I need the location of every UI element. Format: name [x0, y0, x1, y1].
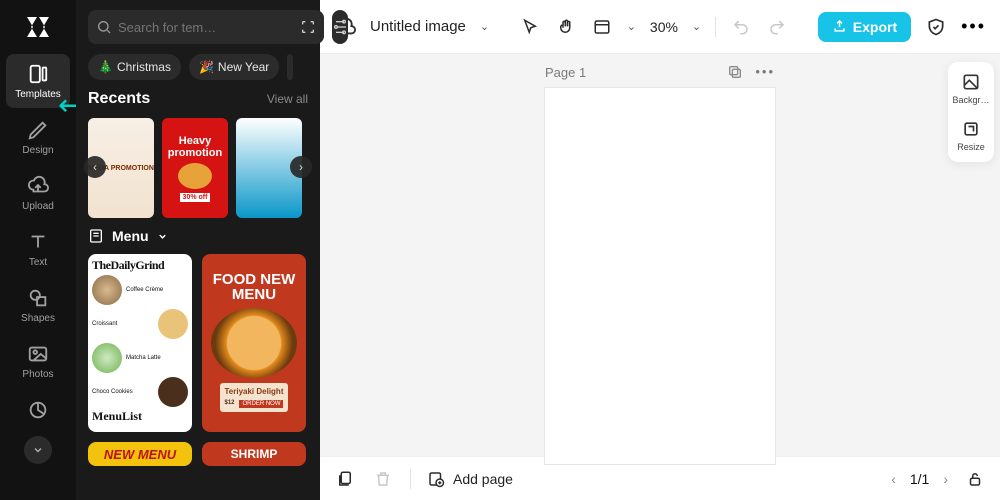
rail-item-templates[interactable]: Templates — [6, 54, 70, 108]
app-logo[interactable] — [19, 8, 57, 46]
export-button[interactable]: Export — [818, 12, 911, 42]
export-icon — [832, 19, 847, 34]
document-title[interactable]: Untitled image — [370, 18, 466, 35]
upload-icon — [27, 175, 49, 197]
menu-category-selector[interactable]: Menu — [88, 228, 308, 244]
layout-tool-icon[interactable] — [591, 16, 613, 38]
recent-thumb[interactable]: Heavy promotion 30% off — [162, 118, 228, 218]
design-icon — [27, 119, 49, 141]
templates-panel: 🎄Christmas 🎉New Year Recents View all ME… — [76, 0, 320, 500]
recents-prev-button[interactable]: ‹ — [84, 156, 106, 178]
title-chevron-icon[interactable]: ⌄ — [480, 20, 489, 33]
zoom-level[interactable]: 30% — [650, 19, 678, 35]
prev-page-button[interactable]: ‹ — [891, 471, 896, 487]
rail-item-shapes[interactable]: Shapes — [6, 278, 70, 332]
rail-label: Text — [29, 257, 47, 268]
tree-icon: 🎄 — [98, 60, 113, 74]
page-more-icon[interactable]: ••• — [755, 64, 775, 80]
templates-icon — [27, 63, 49, 85]
redo-icon[interactable] — [766, 16, 788, 38]
rail-item-design[interactable]: Design — [6, 110, 70, 164]
divider — [410, 469, 411, 489]
duplicate-page-icon[interactable] — [727, 64, 743, 80]
rail-item-upload[interactable]: Upload — [6, 166, 70, 220]
layout-chevron-icon[interactable]: ⌄ — [627, 20, 636, 33]
page-indicator: 1/1 — [910, 471, 929, 487]
hand-tool-icon[interactable] — [555, 16, 577, 38]
add-page-button[interactable]: Add page — [427, 470, 513, 488]
chips-row: 🎄Christmas 🎉New Year — [88, 54, 308, 80]
view-all-link[interactable]: View all — [267, 92, 308, 106]
search-input[interactable] — [118, 20, 294, 35]
template-card[interactable]: SHRIMP — [202, 442, 306, 466]
left-rail: Templates ⟵ Design Upload Text Shapes Ph… — [0, 0, 76, 500]
divider — [715, 17, 716, 37]
rail-item-text[interactable]: Text — [6, 222, 70, 276]
background-tool[interactable]: Backgr… — [952, 72, 989, 105]
resize-tool[interactable]: Resize — [957, 119, 985, 152]
canvas-page[interactable] — [545, 88, 775, 464]
page-label: Page 1 — [545, 65, 586, 80]
template-card[interactable]: TheDailyGrind Coffee Crème Croissant Mat… — [88, 254, 192, 432]
pie-icon — [27, 399, 49, 421]
topbar: Untitled image ⌄ ⌄ 30% ⌄ Export ••• — [320, 0, 1000, 54]
trash-icon[interactable] — [372, 468, 394, 490]
stage[interactable]: Page 1 ••• Backgr… Resize — [320, 54, 1000, 456]
tada-icon: 🎉 — [199, 60, 214, 74]
photos-icon — [27, 343, 49, 365]
recents-heading: Recents — [88, 90, 150, 108]
scan-icon[interactable] — [300, 19, 316, 35]
right-side-tools: Backgr… Resize — [948, 62, 994, 162]
rail-label: Photos — [22, 369, 53, 380]
lock-icon[interactable] — [964, 468, 986, 490]
zoom-chevron-icon[interactable]: ⌄ — [692, 20, 701, 33]
page-pager: ‹ 1/1 › — [891, 471, 948, 487]
page-header: Page 1 ••• — [545, 64, 775, 80]
canvas-area: Untitled image ⌄ ⌄ 30% ⌄ Export ••• Page… — [320, 0, 1000, 500]
recents-next-button[interactable]: › — [290, 156, 312, 178]
shapes-icon — [27, 287, 49, 309]
recents-row: MEGA PROMOTION Heavy promotion 30% off ‹… — [88, 118, 308, 218]
templates-grid: TheDailyGrind Coffee Crème Croissant Mat… — [88, 254, 308, 466]
chip-christmas[interactable]: 🎄Christmas — [88, 54, 181, 80]
rail-label: Design — [22, 145, 53, 156]
rail-label: Upload — [22, 201, 54, 212]
rail-item-extra[interactable] — [6, 390, 70, 430]
text-icon — [27, 231, 49, 253]
search-input-wrapper[interactable] — [88, 10, 324, 44]
rail-more-button[interactable] — [24, 436, 52, 464]
search-icon — [96, 19, 112, 35]
chip-new-year[interactable]: 🎉New Year — [189, 54, 279, 80]
rail-item-photos[interactable]: Photos — [6, 334, 70, 388]
more-menu-button[interactable]: ••• — [961, 16, 986, 37]
rail-label: Templates — [15, 89, 61, 100]
rail-label: Shapes — [21, 313, 55, 324]
next-page-button[interactable]: › — [943, 471, 948, 487]
pages-icon[interactable] — [334, 468, 356, 490]
cursor-tool-icon[interactable] — [519, 16, 541, 38]
shield-icon[interactable] — [925, 16, 947, 38]
template-card[interactable]: FOOD NEW MENU Teriyaki Delight $12ORDER … — [202, 254, 306, 432]
undo-icon[interactable] — [730, 16, 752, 38]
filter-button[interactable] — [332, 10, 348, 44]
template-card[interactable]: NEW MENU — [88, 442, 192, 466]
chip-more[interactable] — [287, 54, 293, 80]
